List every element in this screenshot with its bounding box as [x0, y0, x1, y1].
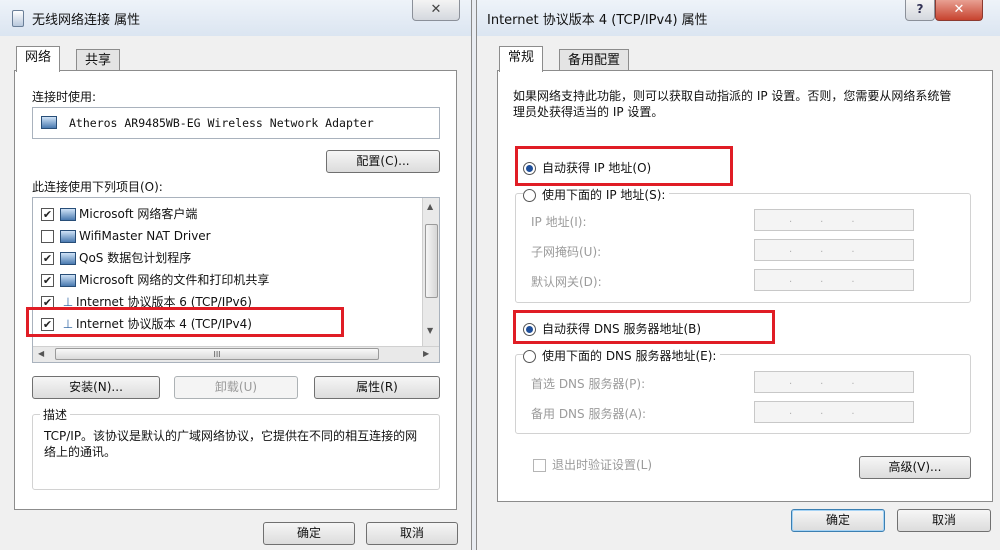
items-horizontal-scrollbar[interactable]: ◀ III ▶ — [33, 346, 439, 362]
subnet-mask-input[interactable]: ... — [754, 239, 914, 261]
ip-address-input[interactable]: ... — [754, 209, 914, 231]
scroll-grip-icon: III — [213, 350, 221, 359]
item-label: Microsoft 网络的文件和打印机共享 — [79, 273, 270, 287]
list-item[interactable]: ✔ Microsoft 网络的文件和打印机共享 — [41, 270, 269, 290]
scroll-left-icon[interactable]: ◀ — [38, 349, 44, 358]
uninstall-button[interactable]: 卸载(U) — [174, 376, 298, 399]
wireless-properties-dialog: 无线网络连接 属性 ✕ 网络 共享 连接时使用: Atheros AR9485W… — [0, 0, 472, 550]
left-ok-button[interactable]: 确定 — [263, 522, 355, 545]
items-vertical-scrollbar[interactable]: ▲ ▼ — [422, 198, 439, 348]
scroll-up-icon[interactable]: ▲ — [427, 202, 433, 211]
qos-icon — [60, 252, 76, 265]
ip-address-label: IP 地址(I): — [531, 215, 587, 229]
auto-ip-highlight-box — [515, 146, 733, 186]
tab-sharing[interactable]: 共享 — [76, 49, 121, 72]
file-sharing-icon — [60, 274, 76, 287]
network-client-icon — [60, 208, 76, 221]
scroll-down-icon[interactable]: ▼ — [427, 326, 433, 335]
check-mark-icon: ✔ — [42, 252, 53, 265]
preferred-dns-label: 首选 DNS 服务器(P): — [531, 377, 646, 391]
gateway-input[interactable]: ... — [754, 269, 914, 291]
item-label: QoS 数据包计划程序 — [79, 251, 192, 265]
item-checkbox[interactable]: ✔ — [41, 208, 54, 221]
radio-unselected-icon[interactable] — [523, 189, 536, 202]
advanced-button[interactable]: 高级(V)... — [859, 456, 971, 479]
close-icon: ✕ — [953, 2, 965, 17]
items-list[interactable]: ✔ Microsoft 网络客户端 WifiMaster NAT Driver ✔… — [32, 197, 440, 363]
tab-network[interactable]: 网络 — [16, 46, 61, 72]
close-icon: ✕ — [430, 2, 442, 17]
left-cancel-button[interactable]: 取消 — [366, 522, 458, 545]
tab-alternate-config[interactable]: 备用配置 — [559, 49, 630, 72]
manual-dns-radio[interactable]: 使用下面的 DNS 服务器地址(E): — [523, 347, 721, 364]
manual-dns-label: 使用下面的 DNS 服务器地址(E): — [542, 349, 717, 363]
validate-label: 退出时验证设置(L) — [552, 458, 653, 472]
configure-button[interactable]: 配置(C)... — [326, 150, 440, 173]
gateway-label: 默认网关(D): — [531, 275, 602, 289]
left-close-button[interactable]: ✕ — [412, 0, 460, 21]
list-item[interactable]: ✔ QoS 数据包计划程序 — [41, 248, 191, 268]
check-mark-icon: ✔ — [42, 208, 53, 221]
install-button[interactable]: 安装(N)... — [32, 376, 160, 399]
adapter-name: Atheros AR9485WB-EG Wireless Network Ada… — [69, 116, 374, 130]
radio-unselected-icon[interactable] — [523, 350, 536, 363]
right-title-bar[interactable]: Internet 协议版本 4 (TCP/IPv4) 属性 ? ✕ — [477, 0, 1000, 36]
list-item[interactable]: ✔ Microsoft 网络客户端 — [41, 204, 197, 224]
item-label: Microsoft 网络客户端 — [79, 207, 198, 221]
properties-button[interactable]: 属性(R) — [314, 376, 440, 399]
network-driver-icon — [60, 230, 76, 243]
alternate-dns-label: 备用 DNS 服务器(A): — [531, 407, 647, 421]
item-label: WifiMaster NAT Driver — [79, 229, 211, 243]
preferred-dns-input[interactable]: ... — [754, 371, 914, 393]
adapter-field: Atheros AR9485WB-EG Wireless Network Ada… — [32, 107, 440, 139]
tab-general[interactable]: 常规 — [499, 46, 544, 72]
left-window-title: 无线网络连接 属性 — [32, 13, 141, 28]
right-close-button[interactable]: ✕ — [935, 0, 983, 21]
scroll-thumb[interactable] — [425, 224, 438, 298]
check-mark-icon: ✔ — [42, 274, 53, 287]
scroll-right-icon[interactable]: ▶ — [423, 349, 429, 358]
network-adapter-icon — [12, 10, 24, 27]
help-icon: ? — [916, 2, 924, 16]
subnet-mask-label: 子网掩码(U): — [531, 245, 602, 259]
item-checkbox[interactable] — [41, 230, 54, 243]
horizontal-scroll-thumb[interactable]: III — [55, 348, 379, 360]
right-window-title: Internet 协议版本 4 (TCP/IPv4) 属性 — [487, 13, 708, 28]
right-cancel-button[interactable]: 取消 — [897, 509, 991, 532]
description-label: 描述 — [40, 406, 71, 423]
network-card-icon — [41, 116, 57, 129]
manual-ip-label: 使用下面的 IP 地址(S): — [542, 188, 666, 202]
item-checkbox[interactable]: ✔ — [41, 274, 54, 287]
auto-dns-highlight-box — [513, 310, 775, 344]
validate-checkbox[interactable]: 退出时验证设置(L) — [533, 456, 652, 473]
ipv4-highlight-box — [26, 307, 344, 337]
left-title-bar[interactable]: 无线网络连接 属性 ✕ — [0, 0, 471, 36]
right-ok-button[interactable]: 确定 — [791, 509, 885, 532]
ipv4-properties-dialog: Internet 协议版本 4 (TCP/IPv4) 属性 ? ✕ 常规 备用配… — [476, 0, 1000, 550]
item-checkbox[interactable]: ✔ — [41, 252, 54, 265]
list-item[interactable]: WifiMaster NAT Driver — [41, 226, 211, 246]
checkbox-icon[interactable] — [533, 459, 546, 472]
connect-using-label: 连接时使用: — [32, 90, 97, 104]
items-label: 此连接使用下列项目(O): — [32, 180, 163, 194]
help-button[interactable]: ? — [905, 0, 935, 21]
manual-ip-radio[interactable]: 使用下面的 IP 地址(S): — [523, 186, 670, 203]
alternate-dns-input[interactable]: ... — [754, 401, 914, 423]
description-text: TCP/IP。该协议是默认的广域网络协议，它提供在不同的相互连接的网络上的通讯。 — [44, 429, 418, 459]
intro-text: 如果网络支持此功能，则可以获取自动指派的 IP 设置。否则，您需要从网络系统管理… — [513, 89, 952, 119]
